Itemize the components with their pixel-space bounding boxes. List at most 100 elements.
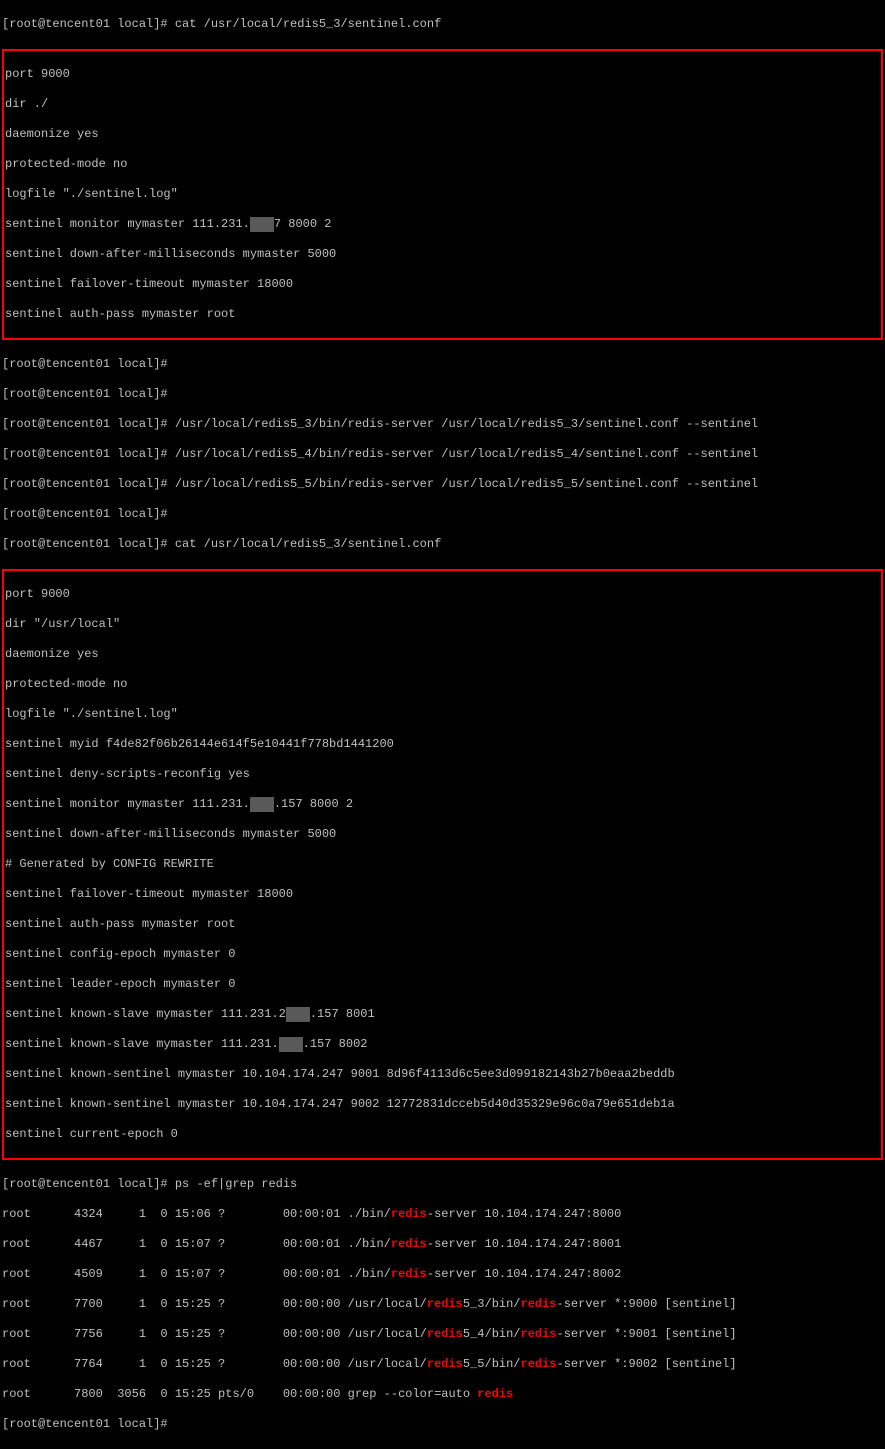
text-segment: root 4509 1 0 15:07 ? 00:00:01 ./bin/ [2, 1267, 391, 1281]
config-line: sentinel auth-pass mymaster root [5, 307, 880, 322]
config-line: sentinel down-after-milliseconds mymaste… [5, 247, 880, 262]
config-line: sentinel known-slave mymaster 111.231. .… [5, 1037, 880, 1052]
grep-highlight: redis [427, 1297, 463, 1311]
command-text: ps -ef|grep redis [175, 1177, 297, 1191]
config-line: protected-mode no [5, 157, 880, 172]
redacted-ip [286, 1007, 310, 1022]
prompt-line[interactable]: [root@tencent01 local]# [2, 387, 883, 402]
redacted-ip [250, 797, 274, 812]
command-text: cat /usr/local/redis5_3/sentinel.conf [175, 537, 441, 551]
grep-highlight: redis [427, 1327, 463, 1341]
config-line: logfile "./sentinel.log" [5, 707, 880, 722]
config-line: sentinel myid f4de82f06b26144e614f5e1044… [5, 737, 880, 752]
config-line: dir "/usr/local" [5, 617, 880, 632]
command-text: cat /usr/local/redis5_3/sentinel.conf [175, 17, 441, 31]
ps-row: root 7800 3056 0 15:25 pts/0 00:00:00 gr… [2, 1387, 883, 1402]
shell-prompt: [root@tencent01 local]# [2, 1177, 175, 1191]
config-line: port 9000 [5, 67, 880, 82]
text-segment: root 7700 1 0 15:25 ? 00:00:00 /usr/loca… [2, 1297, 427, 1311]
ps-row: root 4509 1 0 15:07 ? 00:00:01 ./bin/red… [2, 1267, 883, 1282]
shell-prompt: [root@tencent01 local]# [2, 447, 175, 461]
config-line: sentinel deny-scripts-reconfig yes [5, 767, 880, 782]
config-line: port 9000 [5, 587, 880, 602]
config-line: sentinel failover-timeout mymaster 18000 [5, 277, 880, 292]
command-text: /usr/local/redis5_3/bin/redis-server /us… [175, 417, 758, 431]
config-line: sentinel monitor mymaster 111.231. .157 … [5, 797, 880, 812]
prompt-line[interactable]: [root@tencent01 local]# /usr/local/redis… [2, 417, 883, 432]
shell-prompt: [root@tencent01 local]# [2, 537, 175, 551]
config-line: daemonize yes [5, 647, 880, 662]
text-segment: root 7764 1 0 15:25 ? 00:00:00 /usr/loca… [2, 1357, 427, 1371]
text-segment: -server 10.104.174.247:8001 [427, 1237, 621, 1251]
config-line: sentinel leader-epoch mymaster 0 [5, 977, 880, 992]
prompt-line[interactable]: [root@tencent01 local]# /usr/local/redis… [2, 447, 883, 462]
text-segment: 5_4/bin/ [463, 1327, 521, 1341]
config-line: logfile "./sentinel.log" [5, 187, 880, 202]
redacted-ip [279, 1037, 303, 1052]
text-segment: sentinel monitor mymaster 111.231. [5, 797, 250, 811]
text-segment: 5_5/bin/ [463, 1357, 521, 1371]
config-line: sentinel known-sentinel mymaster 10.104.… [5, 1067, 880, 1082]
text-segment: sentinel known-slave mymaster 111.231. [5, 1037, 279, 1051]
text-segment: -server *:9001 [sentinel] [557, 1327, 737, 1341]
config-line: daemonize yes [5, 127, 880, 142]
prompt-line[interactable]: [root@tencent01 local]# [2, 357, 883, 372]
text-segment: 7 8000 2 [274, 217, 332, 231]
grep-highlight: redis [521, 1357, 557, 1371]
grep-highlight: redis [477, 1387, 513, 1401]
ps-row: root 4324 1 0 15:06 ? 00:00:01 ./bin/red… [2, 1207, 883, 1222]
config-box-1: port 9000 dir ./ daemonize yes protected… [2, 49, 883, 340]
text-segment: -server 10.104.174.247:8002 [427, 1267, 621, 1281]
shell-prompt: [root@tencent01 local]# [2, 477, 175, 491]
prompt-line[interactable]: [root@tencent01 local]# [2, 1417, 883, 1432]
text-segment: root 7800 3056 0 15:25 pts/0 00:00:00 gr… [2, 1387, 477, 1401]
config-line: sentinel monitor mymaster 111.231. 7 800… [5, 217, 880, 232]
grep-highlight: redis [427, 1357, 463, 1371]
text-segment: sentinel monitor mymaster 111.231. [5, 217, 250, 231]
config-line: sentinel known-sentinel mymaster 10.104.… [5, 1097, 880, 1112]
text-segment: .157 8002 [303, 1037, 368, 1051]
config-line: protected-mode no [5, 677, 880, 692]
shell-prompt: [root@tencent01 local]# [2, 417, 175, 431]
shell-prompt: [root@tencent01 local]# [2, 387, 175, 401]
text-segment: -server *:9002 [sentinel] [557, 1357, 737, 1371]
grep-highlight: redis [521, 1297, 557, 1311]
shell-prompt: [root@tencent01 local]# [2, 357, 175, 371]
ps-row: root 7764 1 0 15:25 ? 00:00:00 /usr/loca… [2, 1357, 883, 1372]
config-line: dir ./ [5, 97, 880, 112]
text-segment: sentinel known-slave mymaster 111.231.2 [5, 1007, 286, 1021]
text-segment: -server 10.104.174.247:8000 [427, 1207, 621, 1221]
grep-highlight: redis [391, 1267, 427, 1281]
text-segment: 5_3/bin/ [463, 1297, 521, 1311]
config-line: sentinel down-after-milliseconds mymaste… [5, 827, 880, 842]
prompt-line[interactable]: [root@tencent01 local]# cat /usr/local/r… [2, 537, 883, 552]
command-text: /usr/local/redis5_5/bin/redis-server /us… [175, 477, 758, 491]
ps-row: root 7700 1 0 15:25 ? 00:00:00 /usr/loca… [2, 1297, 883, 1312]
text-segment: -server *:9000 [sentinel] [557, 1297, 737, 1311]
shell-prompt: [root@tencent01 local]# [2, 17, 175, 31]
grep-highlight: redis [521, 1327, 557, 1341]
text-segment: .157 8001 [310, 1007, 375, 1021]
config-line: sentinel known-slave mymaster 111.231.2 … [5, 1007, 880, 1022]
config-line: # Generated by CONFIG REWRITE [5, 857, 880, 872]
config-line: sentinel current-epoch 0 [5, 1127, 880, 1142]
grep-highlight: redis [391, 1237, 427, 1251]
redacted-ip [250, 217, 274, 232]
prompt-line[interactable]: [root@tencent01 local]# [2, 507, 883, 522]
command-text: /usr/local/redis5_4/bin/redis-server /us… [175, 447, 758, 461]
config-line: sentinel config-epoch mymaster 0 [5, 947, 880, 962]
text-segment: root 4324 1 0 15:06 ? 00:00:01 ./bin/ [2, 1207, 391, 1221]
ps-row: root 4467 1 0 15:07 ? 00:00:01 ./bin/red… [2, 1237, 883, 1252]
grep-highlight: redis [391, 1207, 427, 1221]
text-segment: .157 8000 2 [274, 797, 353, 811]
prompt-line[interactable]: [root@tencent01 local]# ps -ef|grep redi… [2, 1177, 883, 1192]
prompt-line[interactable]: [root@tencent01 local]# /usr/local/redis… [2, 477, 883, 492]
config-line: sentinel auth-pass mymaster root [5, 917, 880, 932]
shell-prompt: [root@tencent01 local]# [2, 1417, 175, 1431]
config-line: sentinel failover-timeout mymaster 18000 [5, 887, 880, 902]
shell-prompt: [root@tencent01 local]# [2, 507, 175, 521]
ps-row: root 7756 1 0 15:25 ? 00:00:00 /usr/loca… [2, 1327, 883, 1342]
prompt-line[interactable]: [root@tencent01 local]# cat /usr/local/r… [2, 17, 883, 32]
text-segment: root 4467 1 0 15:07 ? 00:00:01 ./bin/ [2, 1237, 391, 1251]
config-box-2: port 9000 dir "/usr/local" daemonize yes… [2, 569, 883, 1160]
